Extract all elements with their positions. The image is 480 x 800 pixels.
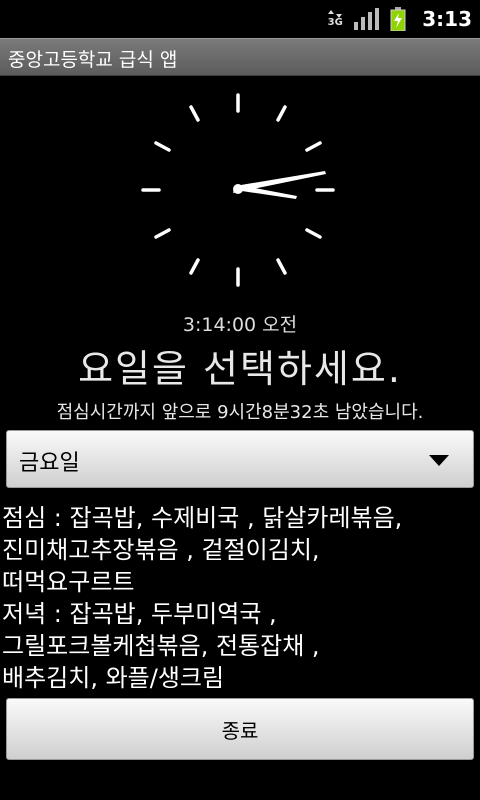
battery-charging-icon	[390, 7, 406, 31]
clock-hour-hand	[235, 185, 297, 199]
signal-strength-icon	[354, 8, 380, 30]
dropdown-arrow-icon	[429, 455, 449, 466]
app-title-bar: 중앙고등학교 급식 앱	[0, 38, 480, 76]
exit-button-label: 종료	[221, 718, 259, 743]
digital-time: 3:14:00 오전	[182, 314, 298, 336]
status-icons: 3G 3:13	[326, 6, 472, 32]
dinner-menu: 저녁 : 잡곡밥, 두부미역국 , 그릴포크볼케첩볶음, 전통잡채 , 배추김치…	[2, 600, 320, 692]
day-select-dropdown[interactable]: 금요일	[6, 430, 474, 488]
network-type-label: 3G	[327, 17, 343, 28]
status-bar: 3G 3:13	[0, 0, 480, 38]
clock-center	[233, 184, 243, 194]
exit-button[interactable]: 종료	[6, 698, 474, 760]
lunch-countdown: 점심시간까지 앞으로 9시간8분32초 남았습니다.	[56, 402, 424, 423]
select-day-prompt: 요일을 선택하세요.	[78, 347, 402, 391]
status-time: 3:13	[422, 7, 472, 31]
network-3g-icon: 3G	[326, 10, 344, 28]
analog-clock	[141, 93, 335, 287]
app-title: 중앙고등학교 급식 앱	[8, 49, 178, 71]
selected-day: 금요일	[19, 451, 80, 476]
lunch-menu: 점심 : 잡곡밥, 수제비국 , 닭살카레볶음, 진미채고추장볶음 , 겉절이김…	[2, 504, 403, 596]
